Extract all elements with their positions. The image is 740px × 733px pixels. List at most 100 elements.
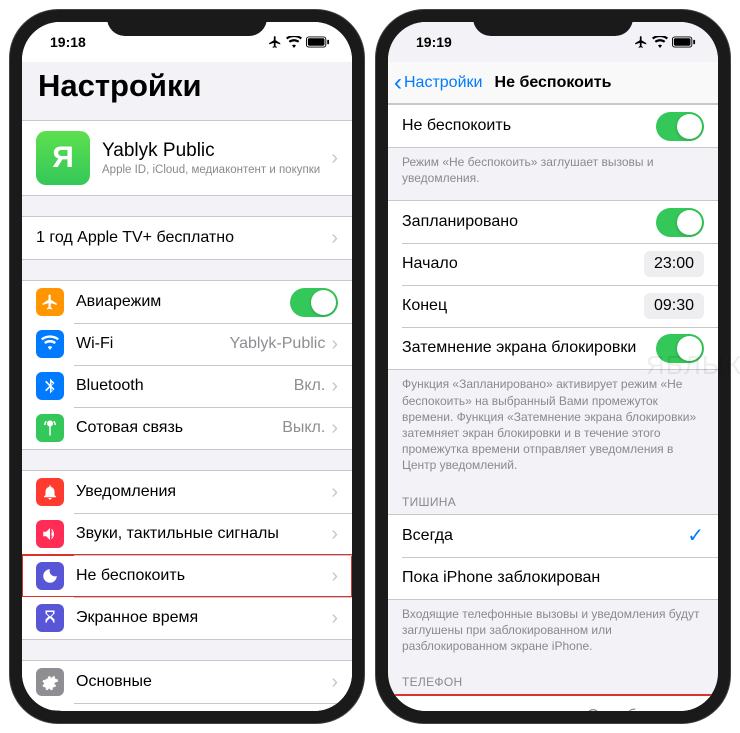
switch[interactable]: [290, 288, 338, 317]
nav-bar: ‹ Настройки Не беспокоить: [388, 62, 718, 104]
row-label: Экранное время: [76, 609, 331, 627]
settings-row-airplane[interactable]: Авиарежим: [22, 281, 352, 323]
chevron-icon: ›: [697, 705, 704, 711]
silence-option-row[interactable]: Пока iPhone заблокирован: [388, 557, 718, 599]
chevron-icon: ›: [331, 147, 338, 170]
chevron-icon: ›: [331, 565, 338, 588]
hourglass-icon: [36, 604, 64, 632]
chevron-icon: ›: [331, 375, 338, 398]
row-label: 1 год Apple TV+ бесплатно: [36, 229, 331, 247]
allow-calls-group: Допуск вызовов От избранных ›: [388, 694, 718, 711]
dim-switch[interactable]: [656, 334, 704, 363]
dnd-content: Не беспокоить Режим «Не беспокоить» загл…: [388, 104, 718, 711]
settings-row-bell[interactable]: Уведомления›: [22, 471, 352, 513]
schedule-footer: Функция «Запланировано» активирует режим…: [388, 370, 718, 477]
controls-icon: [36, 710, 64, 711]
start-time-value[interactable]: 23:00: [644, 251, 704, 277]
settings-row-speaker[interactable]: Звуки, тактильные сигналы›: [22, 513, 352, 555]
settings-row-controls[interactable]: Пункт управления›: [22, 703, 352, 711]
airplane-status-icon: [268, 35, 282, 49]
scheduled-row[interactable]: Запланировано: [388, 201, 718, 243]
page-title: Настройки: [22, 62, 352, 112]
chevron-icon: ›: [331, 333, 338, 356]
back-label: Настройки: [404, 74, 482, 92]
row-label: Уведомления: [76, 483, 331, 501]
apple-tv-promo-row[interactable]: 1 год Apple TV+ бесплатно ›: [22, 217, 352, 259]
phone-left: 19:18 Настройки Я Yablyk Public Apple ID…: [10, 10, 364, 723]
nav-title: Не беспокоить: [495, 74, 612, 92]
settings-content: Настройки Я Yablyk Public Apple ID, iClo…: [22, 62, 352, 711]
notch: [107, 10, 267, 36]
screen-left: 19:18 Настройки Я Yablyk Public Apple ID…: [22, 22, 352, 711]
row-detail: Вкл.: [294, 377, 326, 395]
row-label: Допуск вызовов: [402, 707, 587, 711]
row-label: Пока iPhone заблокирован: [402, 569, 704, 587]
schedule-group: Запланировано Начало 23:00 Конец 09:30 З…: [388, 200, 718, 370]
chevron-icon: ›: [331, 227, 338, 250]
dnd-toggle-group: Не беспокоить: [388, 104, 718, 148]
row-label: Авиарежим: [76, 293, 290, 311]
allow-calls-row[interactable]: Допуск вызовов От избранных ›: [388, 695, 718, 711]
status-time: 19:19: [416, 34, 452, 50]
promo-group: 1 год Apple TV+ бесплатно ›: [22, 216, 352, 260]
dnd-switch[interactable]: [656, 112, 704, 141]
row-label: Запланировано: [402, 213, 656, 231]
dim-lock-screen-row[interactable]: Затемнение экрана блокировки: [388, 327, 718, 369]
phone-header: ТЕЛЕФОН: [388, 658, 718, 694]
apple-id-row[interactable]: Я Yablyk Public Apple ID, iCloud, медиак…: [22, 121, 352, 195]
scheduled-switch[interactable]: [656, 208, 704, 237]
settings-row-moon[interactable]: Не беспокоить›: [22, 555, 352, 597]
row-label: Конец: [402, 297, 644, 315]
phone-right: ЯБЛЫК 19:19 ‹ Настройки Не беспокоить Не…: [376, 10, 730, 723]
row-detail: Yablyk-Public: [230, 335, 326, 353]
wifi-icon: [36, 330, 64, 358]
notifications-group: Уведомления›Звуки, тактильные сигналы›Не…: [22, 470, 352, 640]
silence-option-row[interactable]: Всегда✓: [388, 515, 718, 557]
row-label: Не беспокоить: [402, 117, 656, 135]
gear-icon: [36, 668, 64, 696]
status-icons: [268, 35, 330, 49]
end-time-value[interactable]: 09:30: [644, 293, 704, 319]
settings-row-antenna[interactable]: Сотовая связьВыкл. ›: [22, 407, 352, 449]
moon-icon: [36, 562, 64, 590]
row-label: Звуки, тактильные сигналы: [76, 525, 331, 543]
row-label: Bluetooth: [76, 377, 294, 395]
chevron-icon: ›: [331, 523, 338, 546]
airplane-status-icon: [634, 35, 648, 49]
row-label: Не беспокоить: [76, 567, 331, 585]
settings-row-gear[interactable]: Основные›: [22, 661, 352, 703]
status-time: 19:18: [50, 34, 86, 50]
airplane-icon: [36, 288, 64, 316]
row-label: Сотовая связь: [76, 419, 282, 437]
chevron-icon: ›: [331, 481, 338, 504]
bluetooth-icon: [36, 372, 64, 400]
settings-row-hourglass[interactable]: Экранное время›: [22, 597, 352, 639]
bell-icon: [36, 478, 64, 506]
chevron-icon: ›: [331, 417, 338, 440]
back-button[interactable]: ‹ Настройки: [394, 69, 482, 97]
settings-row-bluetooth[interactable]: BluetoothВкл. ›: [22, 365, 352, 407]
row-label: Всегда: [402, 527, 687, 545]
profile-name: Yablyk Public: [102, 140, 331, 162]
battery-status-icon: [306, 36, 330, 48]
silence-footer: Входящие телефонные вызовы и уведомления…: [388, 600, 718, 659]
row-detail: Выкл.: [282, 419, 325, 437]
end-time-row[interactable]: Конец 09:30: [388, 285, 718, 327]
row-label: Затемнение экрана блокировки: [402, 339, 656, 357]
start-time-row[interactable]: Начало 23:00: [388, 243, 718, 285]
profile-sub: Apple ID, iCloud, медиаконтент и покупки: [102, 164, 331, 176]
connectivity-group: АвиарежимWi-FiYablyk-Public›BluetoothВкл…: [22, 280, 352, 450]
row-label: Начало: [402, 255, 644, 273]
row-label: Wi-Fi: [76, 335, 230, 353]
settings-row-wifi[interactable]: Wi-FiYablyk-Public ›: [22, 323, 352, 365]
notch: [473, 10, 633, 36]
silence-header: ТИШИНА: [388, 478, 718, 514]
status-icons: [634, 35, 696, 49]
speaker-icon: [36, 520, 64, 548]
row-detail: От избранных: [587, 707, 691, 711]
dnd-toggle-row[interactable]: Не беспокоить: [388, 105, 718, 147]
chevron-left-icon: ‹: [394, 69, 402, 97]
general-group: Основные›Пункт управления›AAЭкран и ярко…: [22, 660, 352, 711]
silence-group: Всегда✓ Пока iPhone заблокирован: [388, 514, 718, 600]
antenna-icon: [36, 414, 64, 442]
